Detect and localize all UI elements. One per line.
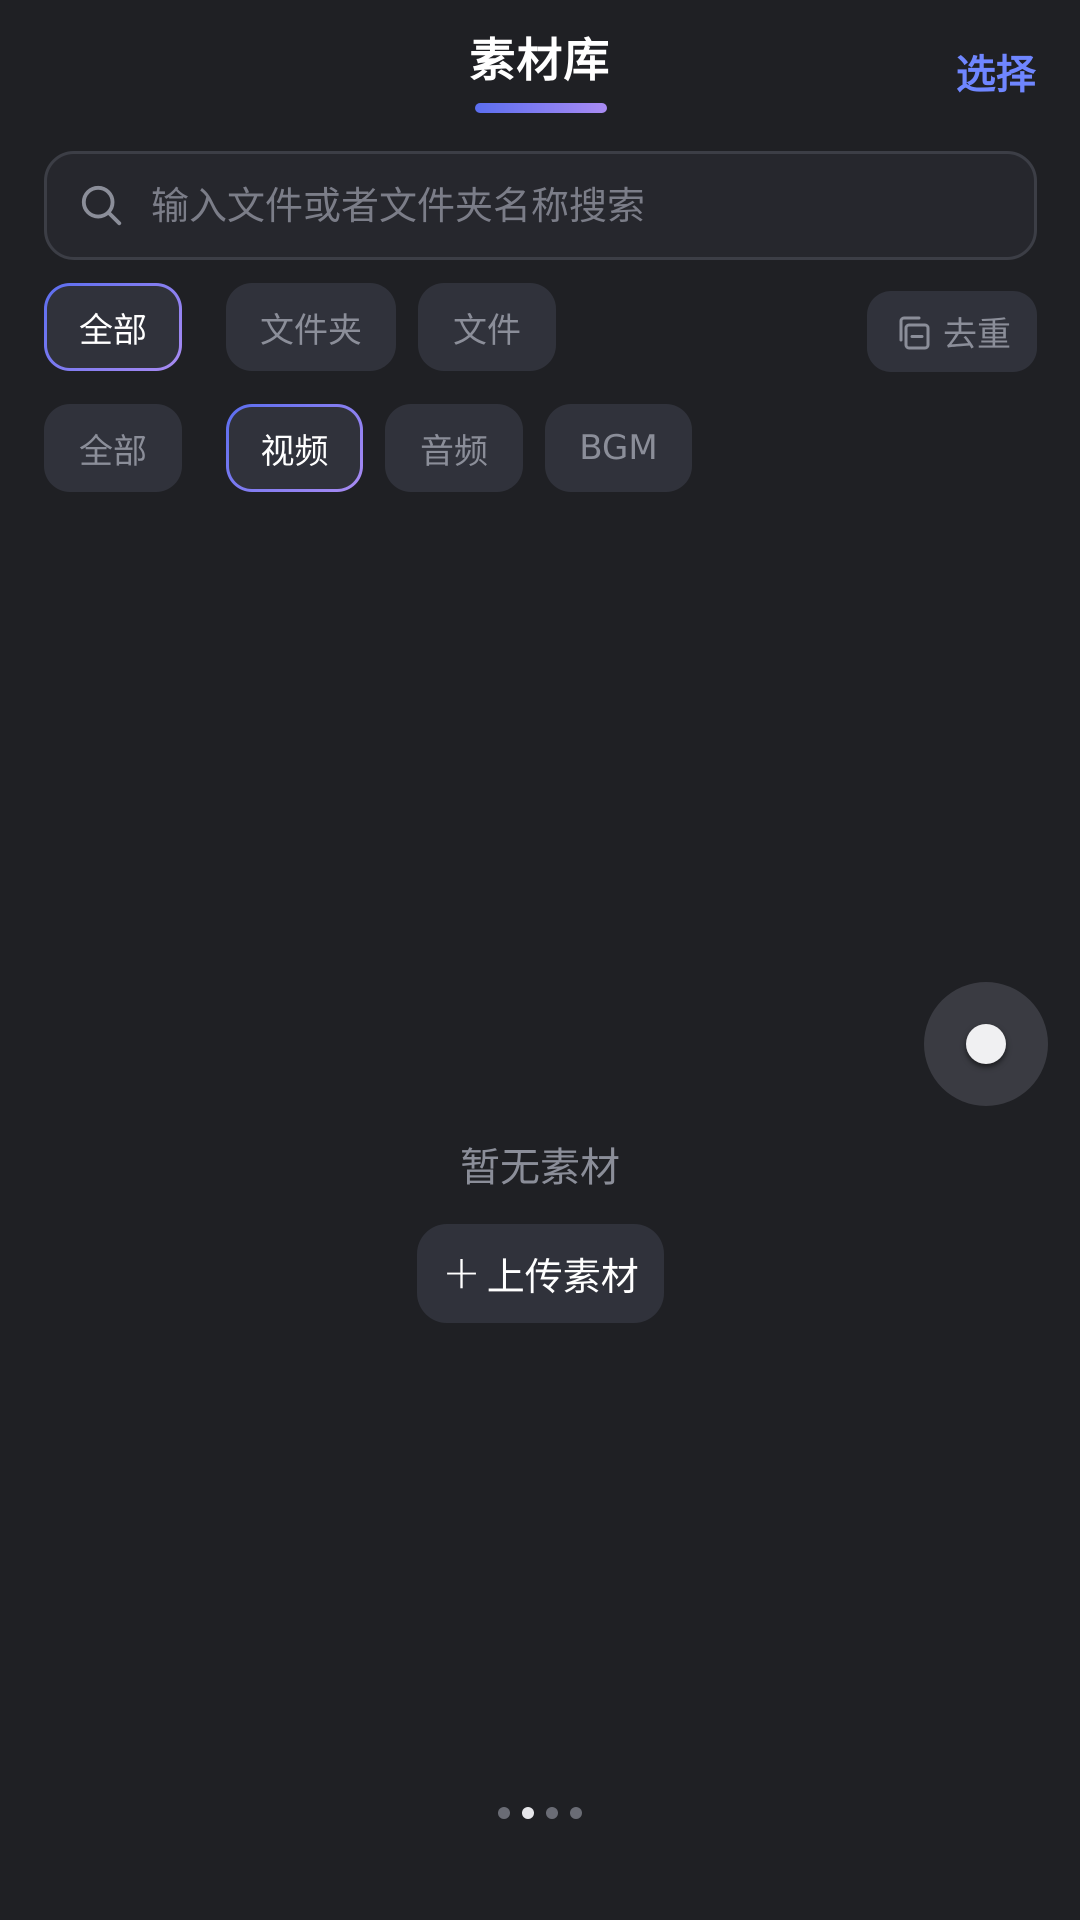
page-dot-active — [522, 1807, 534, 1819]
plus-icon: + — [442, 1244, 481, 1299]
type-filter-bgm[interactable]: BGM — [545, 404, 692, 492]
search-icon — [81, 185, 122, 225]
upload-material-button[interactable]: + 上传素材 — [417, 1224, 664, 1323]
scope-filter-folder[interactable]: 文件夹 — [226, 283, 396, 371]
chip-label: 音频 — [420, 431, 488, 472]
type-filter-video[interactable]: 视频 — [226, 404, 363, 492]
chip-label: 全部 — [79, 310, 147, 351]
material-library-page: 素材库 选择 全部 文件夹 文件 去重 全部 视频 音频 BGM — [0, 0, 1080, 1920]
chip-label: 视频 — [260, 431, 329, 472]
type-filter-all[interactable]: 全部 — [44, 404, 182, 492]
dedupe-label: 去重 — [943, 315, 1011, 355]
empty-state-message: 暂无素材 — [460, 1145, 620, 1191]
page-title: 素材库 — [469, 33, 611, 87]
upload-label: 上传素材 — [486, 1255, 639, 1299]
dedupe-button[interactable]: 去重 — [867, 291, 1037, 372]
page-dot — [546, 1807, 558, 1819]
chip-label: 全部 — [79, 431, 147, 472]
scope-filter-all[interactable]: 全部 — [44, 283, 182, 371]
chip-label: 文件 — [453, 310, 521, 351]
chip-label: 文件夹 — [260, 310, 362, 351]
search-input[interactable] — [151, 154, 1034, 257]
floating-assistive-button[interactable] — [924, 982, 1048, 1106]
select-button[interactable]: 选择 — [956, 42, 1036, 100]
page-dot — [570, 1807, 582, 1819]
copy-minus-icon — [899, 316, 930, 349]
scope-filter-file[interactable]: 文件 — [418, 283, 556, 371]
title-underline — [475, 103, 607, 113]
page-dot — [498, 1807, 510, 1819]
chip-label: BGM — [579, 428, 658, 468]
page-indicator — [0, 1807, 1080, 1819]
type-filter-audio[interactable]: 音频 — [385, 404, 523, 492]
floating-ball-dot — [966, 1024, 1006, 1064]
search-bar[interactable] — [44, 151, 1037, 260]
